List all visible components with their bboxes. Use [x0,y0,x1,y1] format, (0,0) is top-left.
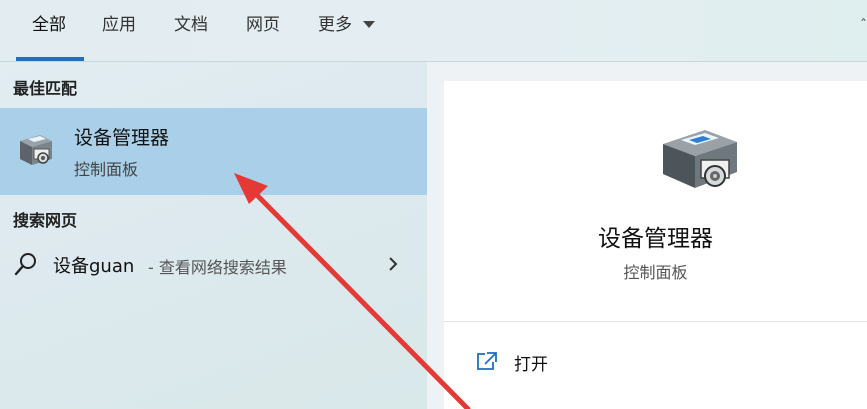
open-action[interactable] [444,340,867,384]
best-match-subtitle: 控制面板 [74,160,139,179]
tab-more[interactable]: 更多 [318,13,352,37]
web-search-heading: 搜索网页 [13,211,78,230]
search-icon [14,253,36,276]
best-match-result[interactable] [0,108,427,195]
best-match-title: 设备管理器 [74,127,170,149]
tab-apps[interactable]: 应用 [102,13,136,37]
web-search-query: 设备guan [53,256,135,277]
chevron-right-icon[interactable] [386,255,400,273]
best-match-heading: 最佳匹配 [13,79,78,98]
search-tab-bar: 全部 应用 文档 网页 更多 ˆ [0,0,867,62]
open-icon [477,352,497,370]
detail-title: 设备管理器 [598,226,713,252]
tab-documents[interactable]: 文档 [174,13,208,37]
active-tab-indicator [16,57,84,61]
device-manager-icon [20,135,52,165]
chevron-down-icon[interactable] [363,21,375,28]
tab-web[interactable]: 网页 [246,13,280,37]
overflow-icon[interactable]: ˆ [860,18,867,34]
detail-subtitle: 控制面板 [623,263,688,282]
tab-all[interactable]: 全部 [32,13,66,37]
open-action-label: 打开 [514,355,548,375]
device-manager-large-icon [663,130,737,188]
web-search-hint: - 查看网络搜索结果 [148,258,287,277]
detail-divider [444,321,867,322]
